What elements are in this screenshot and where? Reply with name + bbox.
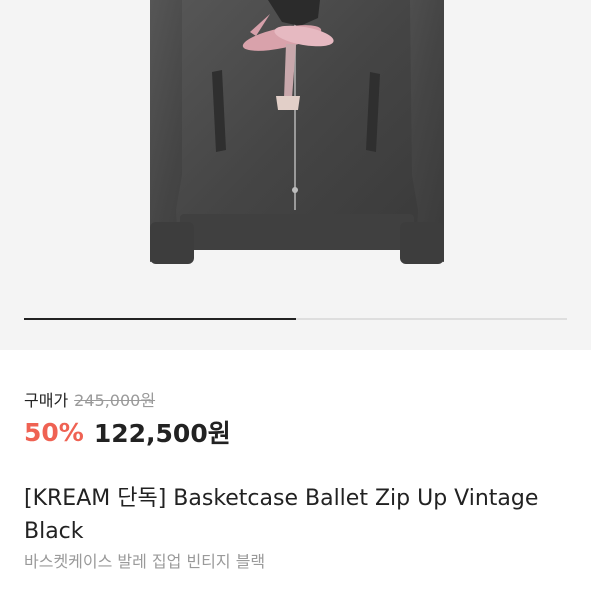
discount-rate: 50% [24,417,84,447]
buy-price-label: 구매가 [24,391,69,410]
image-progress-fill [24,318,296,320]
price-label-row: 구매가 245,000원 [24,387,155,411]
original-price: 245,000원 [74,391,156,410]
product-title: [KREAM 단독] Basketcase Ballet Zip Up Vint… [24,486,539,544]
right-cuff [400,222,444,264]
product-image[interactable] [0,0,591,350]
price-row: 50% 122,500원 [24,414,231,450]
image-progress-track [24,318,567,320]
product-subtitle: 바스켓케이스 발레 집업 빈티지 블랙 [24,552,266,571]
hem-band [180,214,414,250]
left-cuff [150,222,194,264]
sale-price: 122,500원 [93,419,231,448]
hoodie-illustration [150,0,444,264]
